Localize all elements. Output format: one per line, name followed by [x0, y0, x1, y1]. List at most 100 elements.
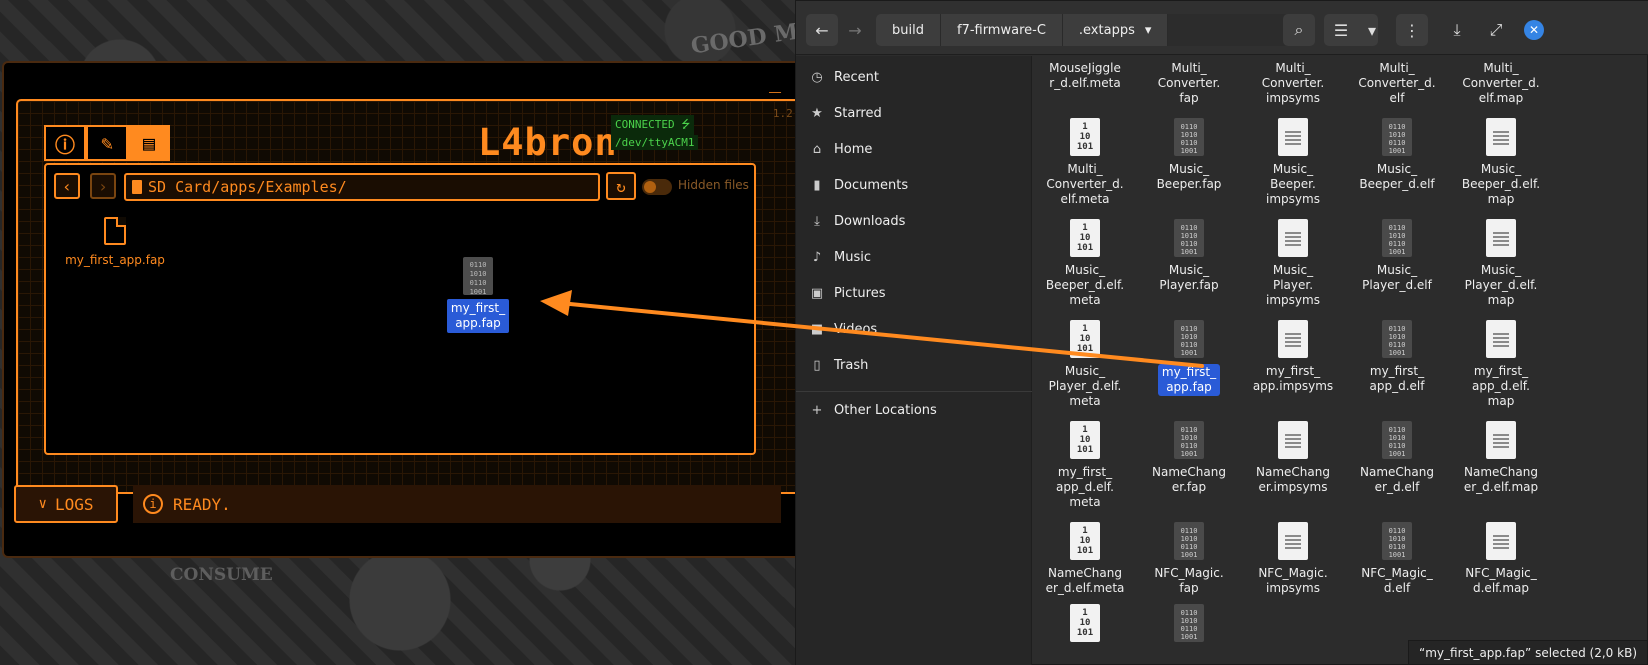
file-item[interactable]: MouseJiggle r_d.elf.meta [1033, 61, 1137, 91]
file-item[interactable]: 0110 1010 0110 1001 [1137, 604, 1241, 648]
file-item[interactable]: Multi_ Converter_d. elf [1345, 61, 1449, 106]
file-item[interactable]: my_first_ app.impsyms [1241, 320, 1345, 394]
file-name: Multi_ Converter_d. elf.map [1462, 61, 1540, 105]
wallpaper-consume-text: CONSUME [170, 565, 273, 585]
tab-tools[interactable]: ✎ [86, 125, 128, 161]
sd-file-item[interactable]: my_first_app.fap [60, 217, 170, 267]
file-item[interactable]: Music_ Player_d.elf. map [1449, 219, 1553, 308]
sidebar-separator [796, 391, 1032, 392]
download-icon: ⤓ [814, 214, 820, 229]
file-name: NFC_Magic. impsyms [1258, 566, 1328, 595]
file-item[interactable]: 0110 1010 0110 1001 Music_ Beeper.fap [1137, 118, 1241, 192]
file-item[interactable]: Multi_ Converter. fap [1137, 61, 1241, 106]
music-icon: ♪ [812, 250, 822, 265]
back-button[interactable]: ‹ [54, 173, 80, 199]
sidebar-item-trash[interactable]: ▯ Trash [810, 358, 868, 373]
file-item[interactable]: 0110 1010 0110 1001 my_first_ app.fap [1137, 320, 1241, 396]
file-item[interactable]: 0110 1010 0110 1001 my_first_ app_d.elf [1345, 320, 1449, 394]
logs-button[interactable]: ∨ LOGS [14, 485, 118, 523]
file-item[interactable]: 1 10 101 my_first_ app_d.elf. meta [1033, 421, 1137, 510]
binary-file-icon: 0110 1010 0110 1001 [1382, 219, 1412, 257]
sidebar-item-home[interactable]: ⌂ Home [810, 142, 873, 157]
file-item[interactable]: 0110 1010 0110 1001 NFC_Magic. fap [1137, 522, 1241, 596]
binary-file-icon: 0110 1010 0110 1001 [1174, 219, 1204, 257]
sidebar-item-recent[interactable]: ◷ Recent [810, 70, 879, 85]
file-name: Music_ Player.fap [1159, 263, 1219, 292]
text-file-icon [1278, 421, 1308, 459]
file-icon [104, 217, 126, 245]
breadcrumb-current[interactable]: .extapps ▾ [1063, 14, 1169, 46]
file-item[interactable]: 0110 1010 0110 1001 Music_ Beeper_d.elf [1345, 118, 1449, 192]
file-item[interactable]: 0110 1010 0110 1001 NFC_Magic_ d.elf [1345, 522, 1449, 596]
breadcrumb-item[interactable]: build [876, 14, 941, 46]
sidebar-item-pictures[interactable]: ▣ Pictures [810, 286, 886, 301]
tab-info[interactable]: ⓘ [44, 125, 86, 161]
sidebar-item-music[interactable]: ♪ Music [810, 250, 871, 265]
text-file-icon [1486, 522, 1516, 560]
file-item[interactable]: NFC_Magic. impsyms [1241, 522, 1345, 596]
file-item[interactable]: 1 10 101 NameChang er_d.elf.meta [1033, 522, 1137, 596]
close-button[interactable]: ✕ [1518, 14, 1550, 46]
connection-status: CONNECTED ⭍ [611, 115, 695, 136]
binary-file-icon: 0110 1010 0110 1001 [463, 257, 493, 296]
downloads-button[interactable]: ⤓ [1441, 14, 1473, 46]
path-field[interactable]: SD Card/apps/Examples/ [124, 173, 600, 201]
hidden-files-label: Hidden files [678, 178, 749, 192]
view-options-button[interactable]: ▾ [1356, 14, 1388, 46]
star-icon: ★ [811, 106, 823, 121]
breadcrumb-item[interactable]: f7-firmware-C [941, 14, 1063, 46]
file-item[interactable]: 0110 1010 0110 1001 NameChang er_d.elf [1345, 421, 1449, 495]
sidebar-item-starred[interactable]: ★ Starred [810, 106, 882, 121]
file-item[interactable]: NameChang er_d.elf.map [1449, 421, 1553, 495]
sidebar-item-downloads[interactable]: ⤓ Downloads [810, 214, 905, 229]
refresh-button[interactable]: ↻ [606, 172, 636, 200]
file-name: my_first_ app_d.elf. map [1472, 364, 1530, 408]
binary-file-icon: 0110 1010 0110 1001 [1174, 522, 1204, 560]
file-item[interactable]: 1 10 101 [1033, 604, 1137, 648]
file-name: Music_ Beeper.fap [1156, 162, 1222, 191]
tab-file-manager[interactable]: ▤ [128, 125, 170, 161]
file-item[interactable]: 0110 1010 0110 1001 NameChang er.fap [1137, 421, 1241, 495]
text-file-icon [1486, 421, 1516, 459]
binary-file-icon: 0110 1010 0110 1001 [1382, 320, 1412, 358]
hidden-files-toggle[interactable] [642, 179, 672, 195]
file-item[interactable]: 1 10 101 Multi_ Converter_d. elf.meta [1033, 118, 1137, 207]
file-name: Music_ Beeper_d.elf. meta [1045, 263, 1125, 307]
file-item[interactable]: NameChang er.impsyms [1241, 421, 1345, 495]
minimize-button[interactable]: _ [769, 69, 781, 93]
file-item[interactable]: 1 10 101 Music_ Player_d.elf. meta [1033, 320, 1137, 409]
file-name: Music_ Beeper_d.elf. map [1461, 162, 1541, 206]
file-name: Multi_ Converter. impsyms [1261, 61, 1325, 105]
sidebar-item-videos[interactable]: ■ Videos [810, 322, 877, 337]
forward-button[interactable]: › [90, 173, 116, 199]
file-item[interactable]: 0110 1010 0110 1001 Music_ Player_d.elf [1345, 219, 1449, 293]
file-item[interactable]: my_first_ app_d.elf. map [1449, 320, 1553, 409]
meta-file-icon: 1 10 101 [1070, 118, 1100, 156]
device-name: L4bron [478, 121, 618, 164]
sidebar-item-documents[interactable]: ▮ Documents [810, 178, 908, 193]
meta-file-icon: 1 10 101 [1070, 320, 1100, 358]
device-frame: 1.2.2 L4bron CONNECTED ⭍ /dev/ttyACM1 ⓘ … [16, 99, 822, 494]
sidebar-item-other-locations[interactable]: + Other Locations [810, 403, 937, 418]
forward-button[interactable]: → [839, 14, 871, 46]
file-item[interactable]: 1 10 101 Music_ Beeper_d.elf. meta [1033, 219, 1137, 308]
menu-button[interactable]: ⋮ [1396, 14, 1428, 46]
status-bar: i READY. [133, 485, 781, 523]
maximize-button[interactable]: ⤢ [1480, 14, 1512, 46]
lab-window: _ ✕ 1.2.2 L4bron CONNECTED ⭍ /dev/ttyACM… [2, 61, 831, 558]
file-item[interactable]: Multi_ Converter_d. elf.map [1449, 61, 1553, 106]
file-item[interactable]: Music_ Player. impsyms [1241, 219, 1345, 308]
search-button[interactable]: ⌕ [1283, 14, 1315, 46]
sidebar: ◷ Recent ★ Starred ⌂ Home ▮ Documents ⤓ Downloads… [796, 56, 1032, 665]
file-item[interactable]: Music_ Beeper_d.elf. map [1449, 118, 1553, 207]
file-item[interactable]: NFC_Magic_ d.elf.map [1449, 522, 1553, 596]
text-file-icon [1278, 118, 1308, 156]
sidebar-item-label: Documents [834, 178, 909, 193]
file-name: Multi_ Converter_d. elf.meta [1046, 162, 1124, 206]
back-button[interactable]: ← [806, 14, 838, 46]
file-item[interactable]: Multi_ Converter. impsyms [1241, 61, 1345, 106]
close-icon: ✕ [1524, 20, 1544, 40]
file-item[interactable]: Music_ Beeper. impsyms [1241, 118, 1345, 207]
file-item[interactable]: 0110 1010 0110 1001 Music_ Player.fap [1137, 219, 1241, 293]
file-name: NFC_Magic. fap [1154, 566, 1224, 595]
